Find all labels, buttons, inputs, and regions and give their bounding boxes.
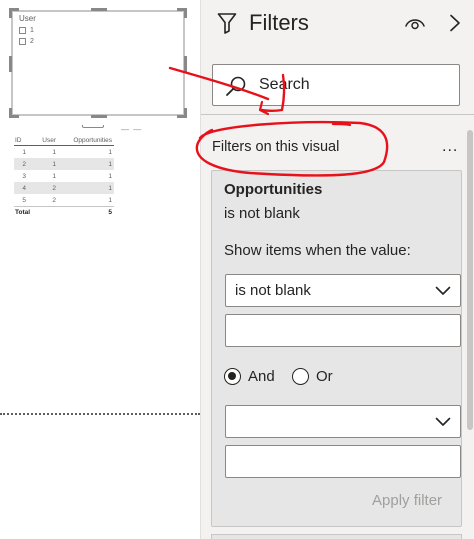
- user-slicer[interactable]: User 1 2: [11, 10, 185, 116]
- cell-id: 3: [22, 172, 26, 180]
- filters-pane-header: Filters: [201, 0, 474, 48]
- resize-handle-bottom-right[interactable]: [184, 108, 187, 118]
- slicer-option-label: 2: [30, 38, 34, 45]
- filter-card-opportunities: Opportunities is not blank Show items wh…: [211, 170, 462, 527]
- resize-handle-top-middle[interactable]: [91, 8, 107, 11]
- funnel-icon: [217, 13, 237, 34]
- resize-handle-bottom-left[interactable]: [9, 108, 12, 118]
- cell-id: 2: [22, 160, 26, 168]
- radio-and-button[interactable]: [224, 368, 241, 385]
- checkbox[interactable]: [19, 27, 26, 34]
- cell-opportunities: 1: [108, 196, 112, 204]
- slicer-title: User: [19, 14, 36, 23]
- resize-handle-right-middle[interactable]: [184, 56, 187, 72]
- cell-user: 1: [52, 172, 56, 180]
- column-header-opportunities[interactable]: Opportunities: [58, 137, 114, 144]
- cell-opportunities: 1: [108, 148, 112, 156]
- slicer-option[interactable]: 1: [19, 27, 34, 34]
- search-icon: [226, 76, 246, 96]
- visual-grip[interactable]: [82, 125, 104, 128]
- radio-or-button[interactable]: [292, 368, 309, 385]
- section-title-filters-on-visual: Filters on this visual: [212, 139, 340, 155]
- slicer-option-label: 1: [30, 27, 34, 34]
- chevron-right-icon[interactable]: [449, 14, 461, 32]
- table-row: 5 2 1: [14, 194, 114, 206]
- filters-pane: Filters Filters on this visual ... Oppor…: [200, 0, 474, 539]
- resize-handle-bottom-middle[interactable]: [91, 115, 107, 118]
- table-row: 2 1 1: [14, 158, 114, 170]
- data-table[interactable]: ID User Opportunities 1 1 1 2 1 1 3 1 1 …: [14, 135, 114, 218]
- cell-user: 1: [52, 148, 56, 156]
- pane-scrollbar[interactable]: [467, 124, 473, 524]
- page-boundary-dotted-line: [0, 413, 200, 415]
- report-canvas: User 1 2 — — ID User Opportunities 1 1 1…: [0, 0, 200, 539]
- cell-id: 1: [22, 148, 26, 156]
- radio-or[interactable]: Or: [292, 368, 333, 385]
- condition-dropdown-1[interactable]: is not blank: [225, 274, 461, 307]
- filter-summary: is not blank: [224, 205, 300, 222]
- cell-opportunities: 1: [108, 184, 112, 192]
- eye-icon[interactable]: [405, 16, 425, 30]
- condition-dropdown-2[interactable]: [225, 405, 461, 438]
- visual-header-dashes: — —: [121, 125, 143, 134]
- more-options-icon[interactable]: ...: [442, 138, 458, 156]
- table-row: 1 1 1: [14, 146, 114, 158]
- cell-id: 5: [22, 196, 26, 204]
- column-header-user[interactable]: User: [28, 137, 58, 144]
- radio-or-label: Or: [316, 368, 333, 385]
- slicer-option[interactable]: 2: [19, 38, 34, 45]
- condition-dropdown-1-value: is not blank: [235, 282, 311, 299]
- total-label: Total: [15, 209, 31, 216]
- pane-title: Filters: [249, 10, 309, 35]
- section-divider: [201, 114, 474, 115]
- table-header-row: ID User Opportunities: [14, 135, 114, 146]
- value-input-1[interactable]: [225, 314, 461, 347]
- cell-opportunities: 1: [108, 160, 112, 168]
- resize-handle-left-middle[interactable]: [9, 56, 12, 72]
- chevron-down-icon: [435, 286, 451, 295]
- resize-handle-top-left[interactable]: [9, 8, 12, 18]
- value-field-1[interactable]: [226, 315, 460, 346]
- screenshot-root: User 1 2 — — ID User Opportunities 1 1 1…: [0, 0, 474, 539]
- cell-user: 2: [52, 196, 56, 204]
- radio-and-label: And: [248, 368, 275, 385]
- show-items-label: Show items when the value:: [224, 242, 411, 259]
- value-field-2[interactable]: [226, 446, 460, 477]
- apply-filter-button[interactable]: Apply filter: [372, 492, 442, 509]
- total-opportunities: 5: [108, 209, 112, 216]
- scrollbar-thumb[interactable]: [467, 130, 473, 430]
- radio-and[interactable]: And: [224, 368, 275, 385]
- cell-user: 1: [52, 160, 56, 168]
- cell-opportunities: 1: [108, 172, 112, 180]
- filter-field-name[interactable]: Opportunities: [224, 181, 322, 198]
- next-filter-card: [211, 534, 462, 539]
- resize-handle-top-right[interactable]: [184, 8, 187, 18]
- table-row: 4 2 1: [14, 182, 114, 194]
- column-header-id[interactable]: ID: [14, 137, 28, 144]
- chevron-down-icon: [435, 417, 451, 426]
- cell-id: 4: [22, 184, 26, 192]
- cell-user: 2: [52, 184, 56, 192]
- table-row: 3 1 1: [14, 170, 114, 182]
- table-total-row: Total 5: [14, 206, 114, 218]
- search-box[interactable]: [212, 64, 460, 106]
- checkbox[interactable]: [19, 38, 26, 45]
- value-input-2[interactable]: [225, 445, 461, 478]
- search-input[interactable]: [259, 73, 454, 97]
